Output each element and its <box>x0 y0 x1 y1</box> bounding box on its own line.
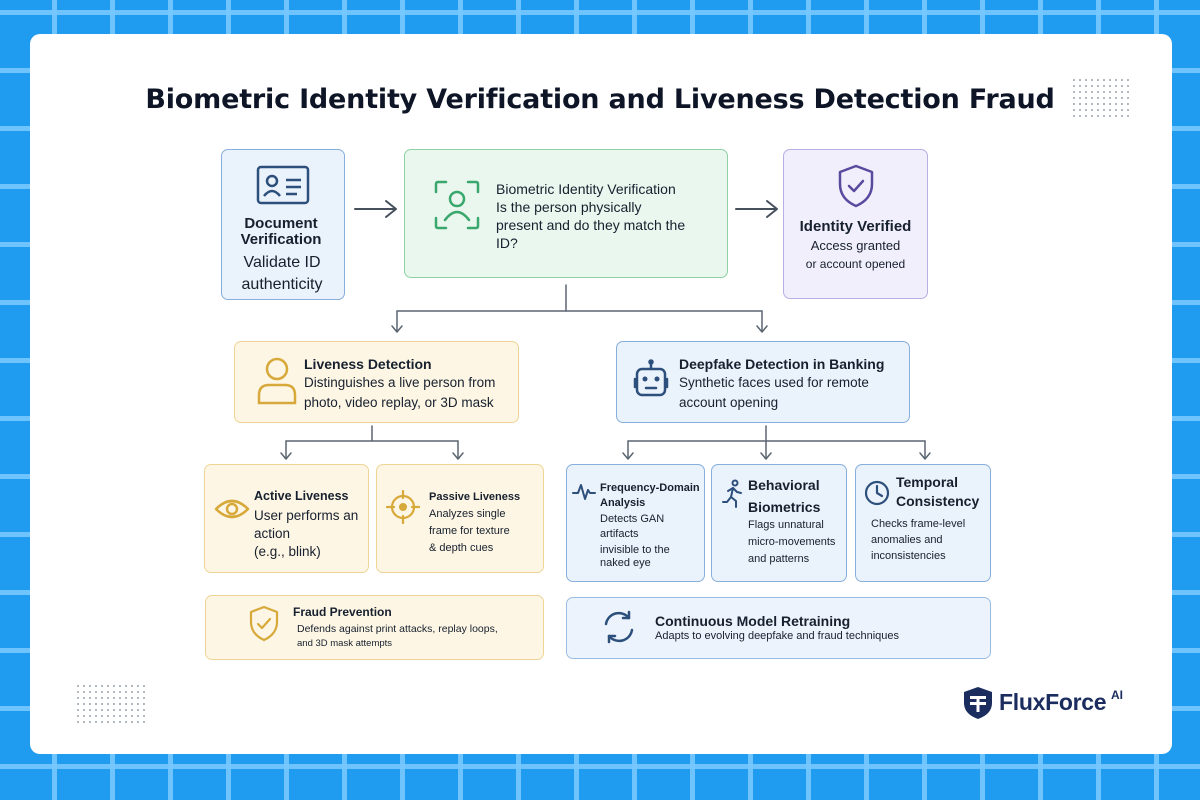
fluxforce-logo-text: FluxForce <box>999 689 1107 715</box>
behavioral-title1: Behavioral <box>748 477 820 493</box>
person-icon <box>257 357 297 405</box>
target-icon <box>386 490 420 524</box>
liveness-line1: Distinguishes a live person from <box>304 375 496 390</box>
active-liveness-line1: User performs an <box>254 508 359 523</box>
temporal-title1: Temporal <box>896 474 958 490</box>
clock-icon <box>864 480 890 506</box>
liveness-line2: photo, video replay, or 3D mask <box>304 395 494 410</box>
passive-liveness-line1: Analyzes single <box>429 508 506 520</box>
refresh-icon <box>604 610 634 644</box>
passive-liveness-title: Passive Liveness <box>429 491 521 503</box>
retraining-line1: Adapts to evolving deepfake and fraud te… <box>655 630 900 642</box>
robot-icon <box>633 359 669 397</box>
document-verification-title: Document Verification <box>240 215 322 248</box>
passive-liveness-line3: & depth cues <box>429 542 494 554</box>
fraud-prevention-line1: Defends against print attacks, replay lo… <box>297 623 498 635</box>
temporal-title2: Consistency <box>896 493 980 509</box>
temporal-line2: anomalies and <box>871 534 943 546</box>
frequency-line3: invisible to the <box>600 544 670 556</box>
identity-verified-title: Identity Verified <box>799 218 912 235</box>
running-person-icon <box>722 479 742 508</box>
behavioral-line2: micro-movements <box>748 536 836 548</box>
waveform-icon <box>572 484 596 500</box>
deepfake-line2: account opening <box>679 395 779 410</box>
deepfake-title: Deepfake Detection in Banking <box>679 356 885 372</box>
biometric-line2: present and do they match the <box>496 217 686 233</box>
active-liveness-title: Active Liveness <box>254 489 349 503</box>
behavioral-line1: Flags unnatural <box>748 519 824 531</box>
flow-connectors <box>280 200 931 460</box>
document-verification-line2: authenticity <box>241 276 323 293</box>
frequency-line4: naked eye <box>600 557 651 569</box>
behavioral-title2: Biometrics <box>748 499 821 515</box>
fluxforce-logo-ai: AI <box>1111 688 1123 702</box>
active-liveness-line3: (e.g., blink) <box>254 544 321 559</box>
passive-liveness-line2: frame for texture <box>429 525 510 537</box>
temporal-line1: Checks frame-level <box>871 518 966 530</box>
frequency-line1: Detects GAN <box>600 513 665 525</box>
liveness-title: Liveness Detection <box>304 356 432 372</box>
frequency-title2: Analysis <box>600 497 646 509</box>
frequency-title1: Frequency-Domain <box>600 482 700 494</box>
frequency-line2: artifacts <box>600 528 639 540</box>
shield-check-icon <box>838 164 874 208</box>
face-scan-icon <box>434 180 480 230</box>
retraining-title: Continuous Model Retraining <box>655 613 851 629</box>
active-liveness-line2: action <box>254 526 291 541</box>
biometric-line1: Is the person physically <box>496 199 642 215</box>
identity-verified-line2: or account opened <box>805 257 906 271</box>
biometric-line3: ID? <box>496 235 518 251</box>
identity-verified-line1: Access granted <box>810 238 901 253</box>
id-card-icon <box>256 165 310 205</box>
document-verification-line1: Validate ID <box>243 254 321 271</box>
shield-check-icon <box>249 605 279 642</box>
biometric-title: Biometric Identity Verification <box>496 181 676 197</box>
deepfake-line1: Synthetic faces used for remote <box>679 375 869 390</box>
temporal-line3: inconsistencies <box>871 550 946 562</box>
fraud-prevention-title: Fraud Prevention <box>293 605 392 619</box>
eye-icon <box>214 499 250 519</box>
fraud-prevention-line2: and 3D mask attempts <box>297 638 393 649</box>
behavioral-line3: and patterns <box>748 553 810 565</box>
fluxforce-logo-icon <box>964 687 992 719</box>
